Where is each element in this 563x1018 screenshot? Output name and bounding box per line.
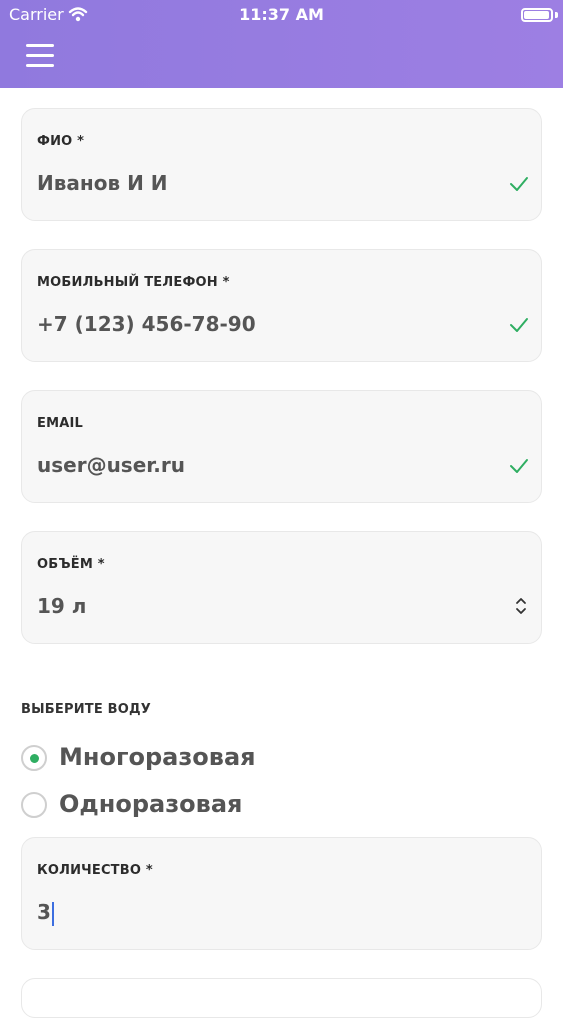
- mobile-phone-field[interactable]: МОБИЛЬНЫЙ ТЕЛЕФОН * +7 (123) 456-78-90: [21, 249, 542, 362]
- quantity-value[interactable]: 3: [37, 900, 51, 924]
- full-name-field[interactable]: ФИО * Иванов И И: [21, 108, 542, 221]
- volume-select[interactable]: ОБЪЁМ * 19 л: [21, 531, 542, 644]
- quantity-label: КОЛИЧЕСТВО *: [37, 863, 153, 878]
- email-value[interactable]: user@user.ru: [37, 453, 185, 477]
- full-name-label: ФИО *: [37, 134, 85, 149]
- check-icon: [510, 177, 528, 191]
- radio-selected-icon[interactable]: [21, 745, 47, 771]
- radio-unselected-icon[interactable]: [21, 792, 47, 818]
- full-name-value[interactable]: Иванов И И: [37, 171, 168, 195]
- mobile-phone-label: МОБИЛЬНЫЙ ТЕЛЕФОН *: [37, 275, 230, 290]
- battery-tip: [555, 12, 558, 18]
- volume-label: ОБЪЁМ *: [37, 557, 105, 572]
- mobile-phone-value[interactable]: +7 (123) 456-78-90: [37, 312, 256, 336]
- volume-value[interactable]: 19 л: [37, 594, 86, 618]
- water-option-disposable[interactable]: Одноразовая: [21, 788, 541, 822]
- water-section-label: ВЫБЕРИТЕ ВОДУ: [21, 702, 152, 717]
- app-header: Carrier 11:37 AM: [0, 0, 563, 88]
- email-label: EMAIL: [37, 416, 83, 431]
- text-cursor: [51, 901, 54, 926]
- chevron-updown-icon[interactable]: [515, 594, 527, 618]
- next-field-card[interactable]: [21, 978, 542, 1018]
- hamburger-menu-icon[interactable]: [26, 44, 54, 68]
- water-option-label[interactable]: Многоразовая: [59, 743, 256, 771]
- status-bar: Carrier 11:37 AM: [0, 0, 563, 30]
- quantity-field[interactable]: КОЛИЧЕСТВО * 3: [21, 837, 542, 950]
- water-option-reusable[interactable]: Многоразовая: [21, 741, 541, 775]
- email-field[interactable]: EMAIL user@user.ru: [21, 390, 542, 503]
- check-icon: [510, 459, 528, 473]
- water-option-label[interactable]: Одноразовая: [59, 790, 242, 818]
- quantity-input[interactable]: 3: [37, 900, 54, 926]
- battery-icon: [521, 8, 553, 22]
- check-icon: [510, 318, 528, 332]
- status-time: 11:37 AM: [239, 5, 324, 24]
